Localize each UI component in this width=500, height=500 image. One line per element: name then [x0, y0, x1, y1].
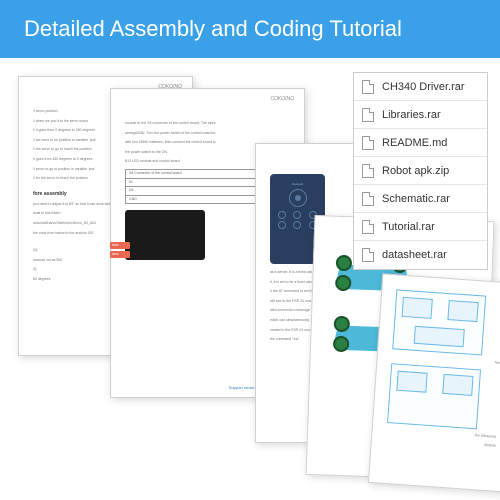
- app-button-icon: [278, 221, 286, 229]
- file-name: Schematic.rar: [382, 193, 450, 205]
- file-icon: [362, 192, 374, 206]
- app-button-icon: [293, 211, 301, 219]
- schematic-diagram: [392, 289, 486, 355]
- file-row[interactable]: Robot apk.zip: [354, 157, 487, 185]
- file-row[interactable]: README.md: [354, 129, 487, 157]
- file-row[interactable]: Tutorial.rar: [354, 213, 487, 241]
- file-list: CH340 Driver.rar Libraries.rar README.md…: [353, 72, 488, 270]
- battery-icon: [110, 251, 130, 258]
- app-button-icon: [293, 221, 301, 229]
- control-board-illustration: [125, 210, 205, 260]
- banner-title: Detailed Assembly and Coding Tutorial: [24, 16, 402, 42]
- body-text: module to the X8 connector of the contro…: [125, 121, 290, 127]
- schematic-diagram: [387, 363, 481, 429]
- app-button-icon: [278, 211, 286, 219]
- file-name: README.md: [382, 137, 447, 149]
- header-banner: Detailed Assembly and Coding Tutorial: [0, 0, 500, 58]
- file-name: datasheet.rar: [382, 249, 447, 261]
- document-stage: COKOINO // servo position // when we you…: [0, 58, 500, 500]
- file-icon: [362, 220, 374, 234]
- file-row[interactable]: CH340 Driver.rar: [354, 73, 487, 101]
- joystick-icon: [289, 189, 307, 207]
- file-row[interactable]: Libraries.rar: [354, 101, 487, 129]
- file-row[interactable]: Schematic.rar: [354, 185, 487, 213]
- file-icon: [362, 108, 374, 122]
- file-row[interactable]: datasheet.rar: [354, 241, 487, 269]
- file-name: CH340 Driver.rar: [382, 81, 465, 93]
- body-text: atmega328p. Turn the power switch of the…: [125, 131, 290, 137]
- battery-icon: [110, 242, 130, 249]
- file-name: Robot apk.zip: [382, 165, 449, 177]
- file-icon: [362, 248, 374, 262]
- file-name: Libraries.rar: [382, 109, 441, 121]
- tutorial-page-schematic: Task the Ultrasonic Module: [368, 273, 500, 492]
- file-name: Tutorial.rar: [382, 221, 435, 233]
- brand-logo: COKOINO: [270, 95, 294, 103]
- file-icon: [362, 136, 374, 150]
- file-icon: [362, 164, 374, 178]
- app-label: Connect: [274, 182, 321, 187]
- file-icon: [362, 80, 374, 94]
